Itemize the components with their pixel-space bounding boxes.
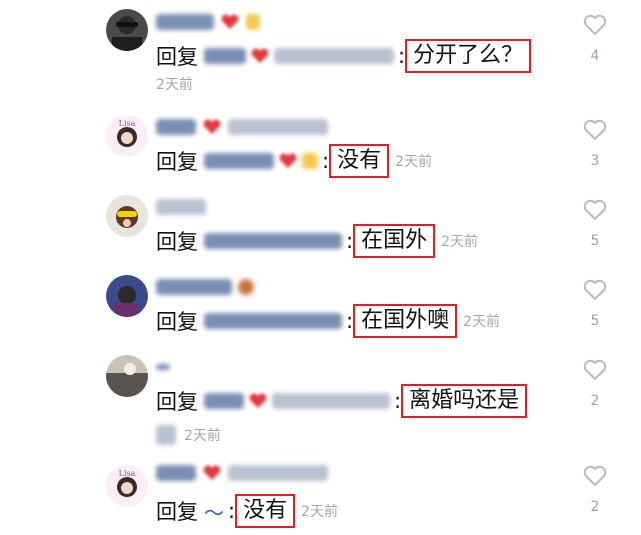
reply-line: 回复 ～ : 没有 2天前	[156, 494, 339, 528]
colon-separator: :	[346, 229, 354, 253]
heart-emoji-icon	[203, 119, 221, 134]
like-button[interactable]: 2	[580, 463, 610, 515]
like-count: 3	[590, 153, 600, 169]
heart-outline-icon	[583, 465, 607, 486]
reply-label: 回复	[156, 45, 198, 69]
timestamp: 2天前	[156, 77, 193, 93]
avatar-label: Lisa	[119, 469, 136, 478]
username[interactable]	[156, 197, 206, 217]
colon-separator: :	[228, 499, 236, 523]
colon-separator: :	[394, 389, 402, 413]
like-count: 4	[590, 48, 600, 64]
heart-outline-icon	[583, 199, 607, 220]
heart-emoji-icon	[249, 393, 267, 408]
avatar[interactable]	[106, 195, 148, 237]
mention-user[interactable]	[204, 313, 342, 329]
like-count: 2	[590, 393, 600, 409]
comment-item: 回复 : 在国外噢 2天前 5	[0, 265, 641, 345]
avatar[interactable]: Lisa	[106, 465, 148, 507]
comment-item: 回复 : 分开了么？ 2天前 4	[0, 0, 641, 93]
username[interactable]	[156, 357, 170, 377]
like-button[interactable]: 5	[580, 197, 610, 249]
reply-label: 回复	[156, 500, 198, 524]
username[interactable]	[156, 277, 254, 297]
highlighted-reply-text: 离婚吗还是	[401, 384, 528, 418]
timestamp: 2天前	[395, 154, 433, 170]
highlighted-reply-text: 没有	[329, 144, 390, 178]
mention-user[interactable]	[204, 233, 342, 249]
mention-name: ～	[204, 500, 224, 525]
mention-user[interactable]: ～	[204, 497, 224, 526]
comment-item: Lisa 回复 : 没有 2天前 3	[0, 105, 641, 185]
avatar[interactable]: Lisa	[106, 115, 148, 157]
avatar[interactable]	[106, 9, 148, 51]
reply-line: 回复 : 在国外噢 2天前	[156, 304, 501, 338]
heart-emoji-icon	[203, 465, 221, 480]
reply-line: 回复 : 离婚吗还是	[156, 384, 528, 418]
like-button[interactable]: 5	[580, 277, 610, 329]
colon-separator: :	[346, 309, 354, 333]
like-count: 5	[590, 313, 600, 329]
comment-item: 回复 : 在国外 2天前 5	[0, 185, 641, 265]
avatar[interactable]	[106, 275, 148, 317]
mention-user[interactable]	[204, 153, 318, 169]
highlighted-reply-text: 在国外	[353, 224, 436, 258]
avatar-label: Lisa	[119, 119, 136, 128]
like-button[interactable]: 4	[580, 12, 610, 64]
timestamp: 2天前	[301, 504, 339, 520]
highlighted-reply-text: 分开了么？	[405, 39, 532, 73]
heart-outline-icon	[583, 119, 607, 140]
heart-outline-icon	[583, 359, 607, 380]
highlighted-reply-text: 在国外噢	[353, 304, 458, 338]
heart-emoji-icon	[221, 14, 239, 29]
reply-line: 回复 : 在国外 2天前	[156, 224, 479, 258]
reply-label: 回复	[156, 230, 198, 254]
timestamp-line: 2天前	[156, 425, 221, 445]
username[interactable]	[156, 463, 328, 483]
like-button[interactable]: 2	[580, 357, 610, 409]
comment-item: Lisa 回复 ～ : 没有 2天前 2	[0, 455, 641, 535]
reply-label: 回复	[156, 150, 198, 174]
colon-separator: :	[398, 44, 406, 68]
colon-separator: :	[322, 149, 330, 173]
reply-line: 回复 : 没有 2天前	[156, 144, 433, 178]
mention-user[interactable]	[204, 48, 394, 64]
like-button[interactable]: 3	[580, 117, 610, 169]
heart-emoji-icon	[279, 153, 297, 168]
mention-user[interactable]	[204, 393, 390, 409]
comment-item: 回复 : 离婚吗还是 2天前 2	[0, 345, 641, 445]
like-count: 2	[590, 499, 600, 515]
heart-outline-icon	[583, 14, 607, 35]
reply-label: 回复	[156, 390, 198, 414]
like-count: 5	[590, 233, 600, 249]
username[interactable]	[156, 12, 260, 32]
reply-label: 回复	[156, 310, 198, 334]
timestamp: 2天前	[184, 428, 221, 444]
heart-emoji-icon	[251, 48, 269, 63]
reply-line: 回复 : 分开了么？	[156, 39, 532, 73]
avatar[interactable]	[106, 355, 148, 397]
timestamp: 2天前	[441, 234, 479, 250]
username[interactable]	[156, 117, 328, 137]
heart-outline-icon	[583, 279, 607, 300]
highlighted-reply-text: 没有	[235, 494, 296, 528]
timestamp: 2天前	[463, 314, 501, 330]
